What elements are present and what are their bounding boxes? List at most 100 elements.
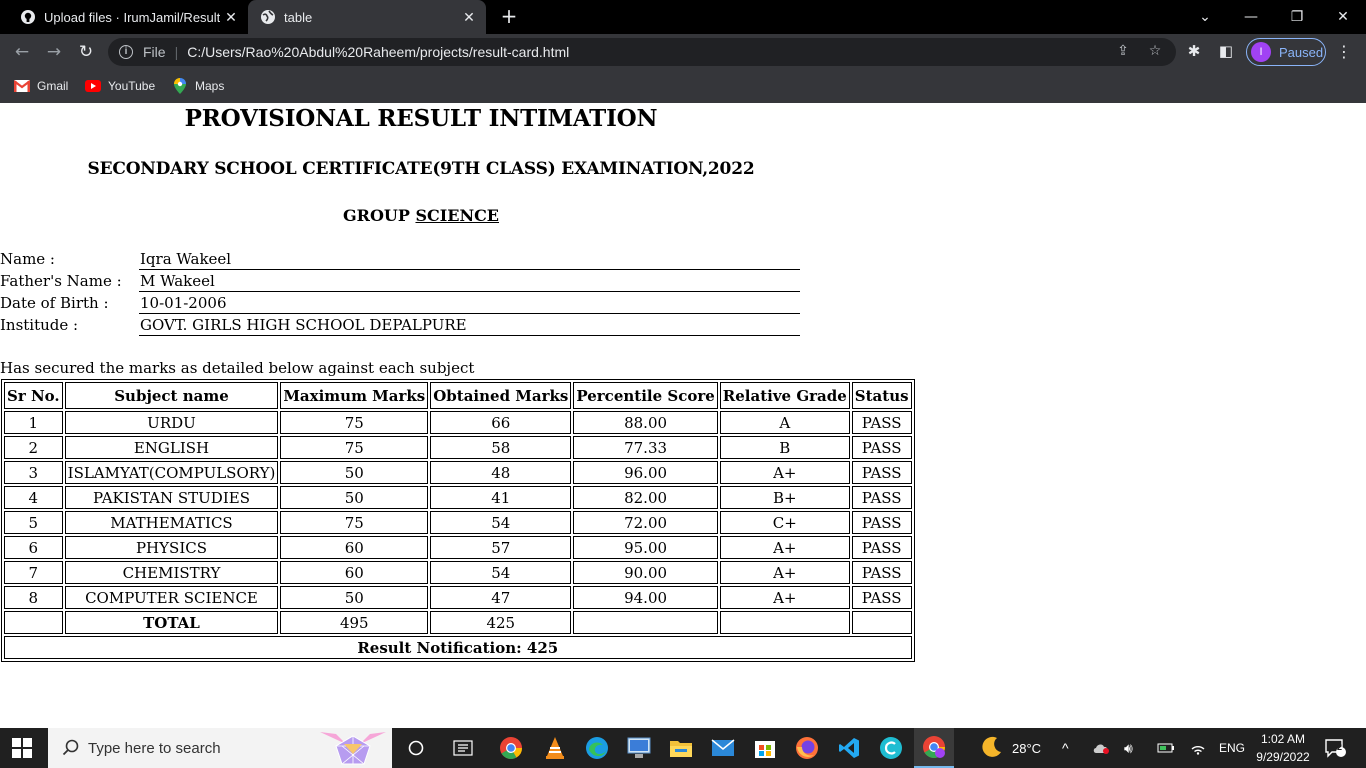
group-heading: GROUP SCIENCE bbox=[0, 206, 842, 225]
close-window-button[interactable]: ✕ bbox=[1320, 0, 1366, 34]
globe-icon bbox=[260, 9, 276, 25]
cell-sr-no: 3 bbox=[4, 461, 63, 484]
scheme-label: File bbox=[143, 44, 166, 60]
cell-obtained-marks: 48 bbox=[430, 461, 572, 484]
father-label: Father's Name : bbox=[0, 272, 122, 290]
browser-tab-upload-files[interactable]: Upload files · IrumJamil/Result_C ✕ bbox=[8, 0, 248, 34]
secured-text: Has secured the marks as detailed below … bbox=[0, 359, 475, 377]
marks-table: Sr No. Subject name Maximum Marks Obtain… bbox=[1, 379, 915, 662]
widgets-icon[interactable] bbox=[451, 736, 475, 760]
extensions-icon[interactable]: ✱ bbox=[1184, 41, 1204, 61]
remote-desktop-icon[interactable] bbox=[627, 736, 651, 760]
cell-empty bbox=[719, 611, 850, 634]
bookmark-star-icon[interactable]: ☆ bbox=[1145, 41, 1165, 61]
total-label: TOTAL bbox=[64, 611, 279, 634]
cell-obtained-marks: 54 bbox=[430, 511, 572, 534]
weather-widget[interactable]: 28°C bbox=[980, 728, 1041, 768]
separator: | bbox=[174, 44, 179, 60]
cell-percentile: 72.00 bbox=[573, 511, 718, 534]
browser-tabstrip: Upload files · IrumJamil/Result_C ✕ tabl… bbox=[0, 0, 1366, 34]
language-indicator[interactable]: ENG bbox=[1219, 728, 1245, 768]
cell-sr-no: 8 bbox=[4, 586, 63, 609]
cell-grade: B bbox=[719, 436, 850, 459]
windows-start-icon[interactable] bbox=[12, 738, 32, 758]
header-grade: Relative Grade bbox=[719, 382, 850, 409]
task-view-icon[interactable] bbox=[404, 736, 428, 760]
cell-subject: ENGLISH bbox=[64, 436, 279, 459]
url-text[interactable]: C:/Users/Rao%20Abdul%20Raheem/projects/r… bbox=[187, 44, 569, 60]
clock[interactable]: 1:02 AM 9/29/2022 bbox=[1248, 730, 1318, 766]
cell-status: PASS bbox=[851, 586, 912, 609]
reload-button[interactable]: ↻ bbox=[74, 40, 98, 64]
mail-icon[interactable] bbox=[711, 736, 735, 760]
forward-button[interactable]: → bbox=[42, 40, 66, 64]
microsoft-store-icon[interactable] bbox=[753, 736, 777, 760]
cell-grade: B+ bbox=[719, 486, 850, 509]
cell-percentile: 95.00 bbox=[573, 536, 718, 559]
dob-row: Date of Birth : 10-01-2006 bbox=[0, 292, 800, 314]
cell-subject: COMPUTER SCIENCE bbox=[64, 586, 279, 609]
cell-status: PASS bbox=[851, 536, 912, 559]
dob-value: 10-01-2006 bbox=[139, 294, 800, 314]
wifi-icon[interactable] bbox=[1190, 728, 1206, 768]
browser-tab-table[interactable]: table ✕ bbox=[248, 0, 486, 34]
firefox-icon[interactable] bbox=[795, 736, 819, 760]
browser-toolbar: ← → ↻ i File | C:/Users/Rao%20Abdul%20Ra… bbox=[0, 34, 1366, 70]
file-explorer-icon[interactable] bbox=[669, 736, 693, 760]
cell-percentile: 96.00 bbox=[573, 461, 718, 484]
bookmark-label: YouTube bbox=[108, 79, 156, 93]
address-bar[interactable]: i File | C:/Users/Rao%20Abdul%20Raheem/p… bbox=[108, 38, 1176, 66]
notification-center-icon[interactable]: 2 bbox=[1324, 728, 1346, 768]
menu-icon[interactable]: ⋮ bbox=[1334, 41, 1354, 63]
cell-max-marks: 60 bbox=[280, 561, 429, 584]
cell-obtained-marks: 54 bbox=[430, 561, 572, 584]
profile-button[interactable]: I Paused bbox=[1246, 38, 1326, 66]
close-icon[interactable]: ✕ bbox=[220, 9, 242, 26]
edge-icon[interactable] bbox=[585, 736, 609, 760]
cell-max-marks: 75 bbox=[280, 411, 429, 434]
cell-obtained-marks: 57 bbox=[430, 536, 572, 559]
institute-row: Institude : GOVT. GIRLS HIGH SCHOOL DEPA… bbox=[0, 314, 800, 336]
profile-status: Paused bbox=[1279, 44, 1324, 60]
side-panel-icon[interactable]: ◧ bbox=[1216, 41, 1236, 61]
cell-percentile: 77.33 bbox=[573, 436, 718, 459]
cell-subject: PHYSICS bbox=[64, 536, 279, 559]
new-tab-button[interactable]: + bbox=[498, 5, 520, 27]
cell-sr-no: 6 bbox=[4, 536, 63, 559]
search-highlight-icon bbox=[316, 730, 390, 768]
back-button[interactable]: ← bbox=[10, 40, 34, 64]
github-icon bbox=[20, 9, 36, 25]
search-icon bbox=[62, 739, 80, 757]
minimize-button[interactable]: — bbox=[1228, 0, 1274, 34]
canva-icon[interactable] bbox=[879, 736, 903, 760]
battery-icon[interactable] bbox=[1157, 728, 1175, 768]
table-row: 8 COMPUTER SCIENCE 50 47 94.00 A+ PASS bbox=[4, 586, 912, 609]
chevron-up-icon[interactable]: ^ bbox=[1062, 728, 1069, 768]
chrome-icon[interactable] bbox=[499, 736, 523, 760]
restore-button[interactable]: ❐ bbox=[1274, 0, 1320, 34]
cell-grade: A+ bbox=[719, 586, 850, 609]
close-icon[interactable]: ✕ bbox=[458, 9, 480, 26]
cell-max-marks: 75 bbox=[280, 511, 429, 534]
bookmark-gmail[interactable]: Gmail bbox=[14, 77, 68, 95]
total-obtained-marks: 425 bbox=[430, 611, 572, 634]
onedrive-icon[interactable] bbox=[1092, 728, 1110, 768]
info-icon[interactable]: i bbox=[119, 45, 133, 59]
table-header-row: Sr No. Subject name Maximum Marks Obtain… bbox=[4, 382, 912, 409]
taskbar-search-box[interactable]: Type here to search bbox=[48, 728, 392, 768]
institute-label: Institude : bbox=[0, 316, 79, 334]
chrome-profile-icon[interactable] bbox=[914, 728, 954, 768]
vscode-icon[interactable] bbox=[837, 736, 861, 760]
share-icon[interactable]: ⇪ bbox=[1113, 41, 1133, 61]
bookmark-maps[interactable]: Maps bbox=[172, 77, 224, 95]
header-max-marks: Maximum Marks bbox=[280, 382, 429, 409]
cell-sr-no: 5 bbox=[4, 511, 63, 534]
cell-sr-no: 7 bbox=[4, 561, 63, 584]
cell-max-marks: 60 bbox=[280, 536, 429, 559]
tab-search-chevron-icon[interactable]: ⌄ bbox=[1182, 0, 1228, 34]
bookmark-youtube[interactable]: YouTube bbox=[85, 77, 155, 95]
vlc-icon[interactable] bbox=[543, 736, 567, 760]
cell-status: PASS bbox=[851, 436, 912, 459]
volume-icon[interactable]: 🔊︎ bbox=[1124, 728, 1133, 768]
cell-status: PASS bbox=[851, 511, 912, 534]
